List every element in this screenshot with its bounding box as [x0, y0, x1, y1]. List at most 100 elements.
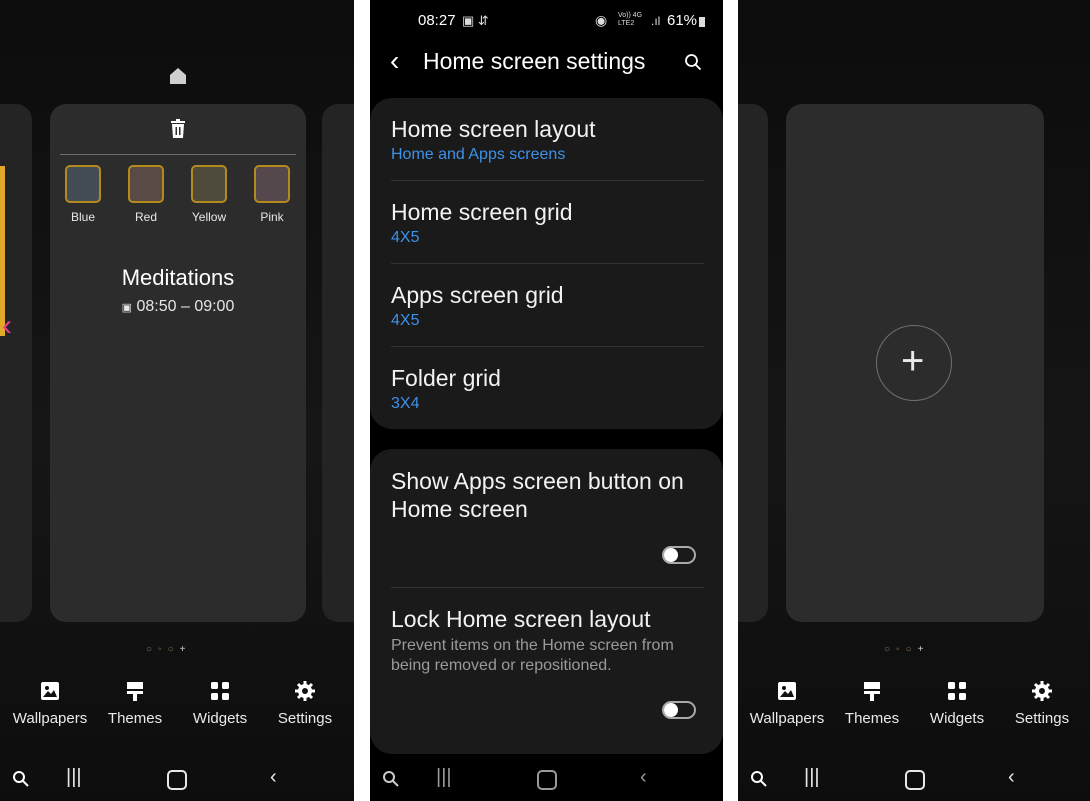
recent-apps-icon[interactable]: |||	[66, 766, 82, 789]
notification-icons: ▣ ⇵	[462, 13, 489, 28]
network-bottom-label: LTE2	[618, 20, 635, 27]
folder-grid-title: Folder grid	[391, 365, 501, 391]
paint-roller-icon	[864, 682, 880, 701]
apps-screen-grid-title: Apps screen grid	[391, 282, 564, 308]
widgets-icon	[211, 682, 229, 700]
add-page-button[interactable]: +	[876, 325, 952, 401]
network-top-label: Vo)) 4G	[618, 12, 643, 19]
show-apps-button-title: Show Apps screen button on Home screen	[391, 467, 684, 523]
back-icon[interactable]: ‹	[1008, 766, 1015, 789]
themes-button[interactable]: Themes	[829, 680, 915, 728]
show-apps-button-title-line2: Home screen	[391, 496, 528, 522]
wallpaper-icon	[41, 682, 59, 700]
hotspot-icon: ◉	[595, 12, 608, 28]
settings-label: Settings	[1014, 710, 1070, 727]
theme-label-pink: Pink	[260, 210, 284, 224]
settings-label: Settings	[277, 710, 333, 727]
recent-apps-icon[interactable]: |||	[804, 766, 820, 789]
gear-icon	[1032, 681, 1052, 701]
theme-label-blue: Blue	[70, 210, 96, 224]
theme-thumb-pink[interactable]	[254, 165, 290, 203]
battery-level: 61%	[667, 12, 698, 29]
gear-icon	[295, 681, 315, 701]
settings-button[interactable]: Settings	[999, 680, 1085, 728]
theme-label-red: Red	[134, 210, 157, 224]
home-button-icon[interactable]	[167, 770, 187, 790]
home-edit-screen-right: + ○◦○+ Wallpapers Themes Widgets Setting…	[738, 0, 1090, 801]
lock-layout-description: Prevent items on the Home screen from be…	[391, 636, 701, 676]
theme-label-yellow: Yellow	[191, 210, 227, 224]
battery-icon	[699, 17, 705, 27]
back-arrow-icon[interactable]: ‹	[390, 45, 399, 77]
lock-layout-desc-line1: Prevent items on the Home screen from	[391, 637, 674, 654]
home-edit-screen-left: ‹ Blue Red Yellow Pink Meditations ▣ 08:…	[0, 0, 354, 801]
recent-apps-icon[interactable]: |||	[436, 766, 452, 789]
add-page-indicator-icon: +	[917, 644, 930, 655]
paint-roller-icon	[127, 682, 143, 701]
wallpapers-label: Wallpapers	[749, 710, 825, 727]
event-title: Meditations	[121, 265, 235, 290]
toggle-settings-group: Show Apps screen button on Home screen L…	[370, 449, 723, 754]
wallpaper-icon	[778, 682, 796, 700]
wallpapers-button[interactable]: Wallpapers	[744, 680, 830, 728]
wallpapers-button[interactable]: Wallpapers	[7, 680, 93, 728]
show-apps-button-toggle[interactable]	[662, 546, 696, 564]
trash-icon[interactable]	[167, 118, 189, 140]
home-button-icon[interactable]	[537, 770, 557, 790]
widgets-icon	[948, 682, 966, 700]
lock-layout-toggle[interactable]	[662, 701, 696, 719]
theme-thumb-red[interactable]	[128, 165, 164, 203]
divider	[391, 587, 704, 588]
folder-grid-value: 3X4	[391, 395, 420, 412]
divider	[391, 346, 704, 347]
home-screen-settings: 08:27 ▣ ⇵ ◉ Vo)) 4G LTE2 .ıl 61% ‹ Home …	[370, 0, 723, 801]
home-screen-grid-value: 4X5	[391, 229, 420, 246]
magnifier-icon[interactable]	[12, 770, 30, 788]
lock-layout-title: Lock Home screen layout	[391, 606, 651, 632]
lock-layout-desc-line2: being removed or repositioned.	[391, 657, 612, 674]
back-icon[interactable]: ‹	[270, 766, 277, 789]
previous-page-preview[interactable]	[738, 104, 768, 622]
themes-button[interactable]: Themes	[92, 680, 178, 728]
event-time: 08:50 – 09:00	[136, 298, 235, 315]
widgets-button[interactable]: Widgets	[177, 680, 263, 728]
magnifier-icon[interactable]	[750, 770, 768, 788]
status-time: 08:27	[418, 12, 456, 29]
page-title: Home screen settings	[423, 48, 646, 74]
theme-thumb-yellow[interactable]	[191, 165, 227, 203]
previous-page-preview[interactable]: ‹	[0, 104, 32, 622]
signal-icon: .ıl	[651, 14, 661, 28]
calendar-icon: ▣	[121, 302, 133, 314]
event-time-row: ▣ 08:50 – 09:00	[50, 298, 306, 316]
home-icon[interactable]	[168, 66, 188, 86]
home-screen-grid-title: Home screen grid	[391, 199, 573, 225]
home-screen-layout-value: Home and Apps screens	[391, 146, 566, 163]
widgets-label: Widgets	[192, 710, 248, 727]
back-icon[interactable]: ‹	[640, 766, 647, 789]
search-icon[interactable]	[684, 53, 702, 71]
layout-settings-group: Home screen layout Home and Apps screens…	[370, 98, 723, 429]
theme-thumb-blue[interactable]	[65, 165, 101, 203]
widgets-label: Widgets	[929, 710, 985, 727]
wallpapers-label: Wallpapers	[12, 710, 88, 727]
network-indicator: Vo)) 4G LTE2	[618, 12, 642, 28]
settings-button[interactable]: Settings	[262, 680, 348, 728]
home-button-icon[interactable]	[905, 770, 925, 790]
widgets-button[interactable]: Widgets	[914, 680, 1000, 728]
show-apps-button-title-line1: Show Apps screen button on	[391, 468, 684, 494]
page-indicator[interactable]: ○◦○+	[146, 644, 191, 655]
card-divider	[60, 154, 296, 155]
magnifier-icon[interactable]	[382, 770, 400, 788]
toggle-knob	[664, 703, 678, 717]
apps-screen-grid-value: 4X5	[391, 312, 420, 329]
themes-label: Themes	[107, 710, 163, 727]
divider	[391, 263, 704, 264]
home-screen-layout-title: Home screen layout	[391, 116, 596, 142]
chevron-left-icon: ‹	[2, 309, 12, 342]
toggle-knob	[664, 548, 678, 562]
themes-label: Themes	[844, 710, 900, 727]
divider	[391, 180, 704, 181]
page-indicator[interactable]: ○◦○+	[884, 644, 929, 655]
plus-icon: +	[901, 339, 925, 383]
next-page-preview[interactable]	[322, 104, 354, 622]
